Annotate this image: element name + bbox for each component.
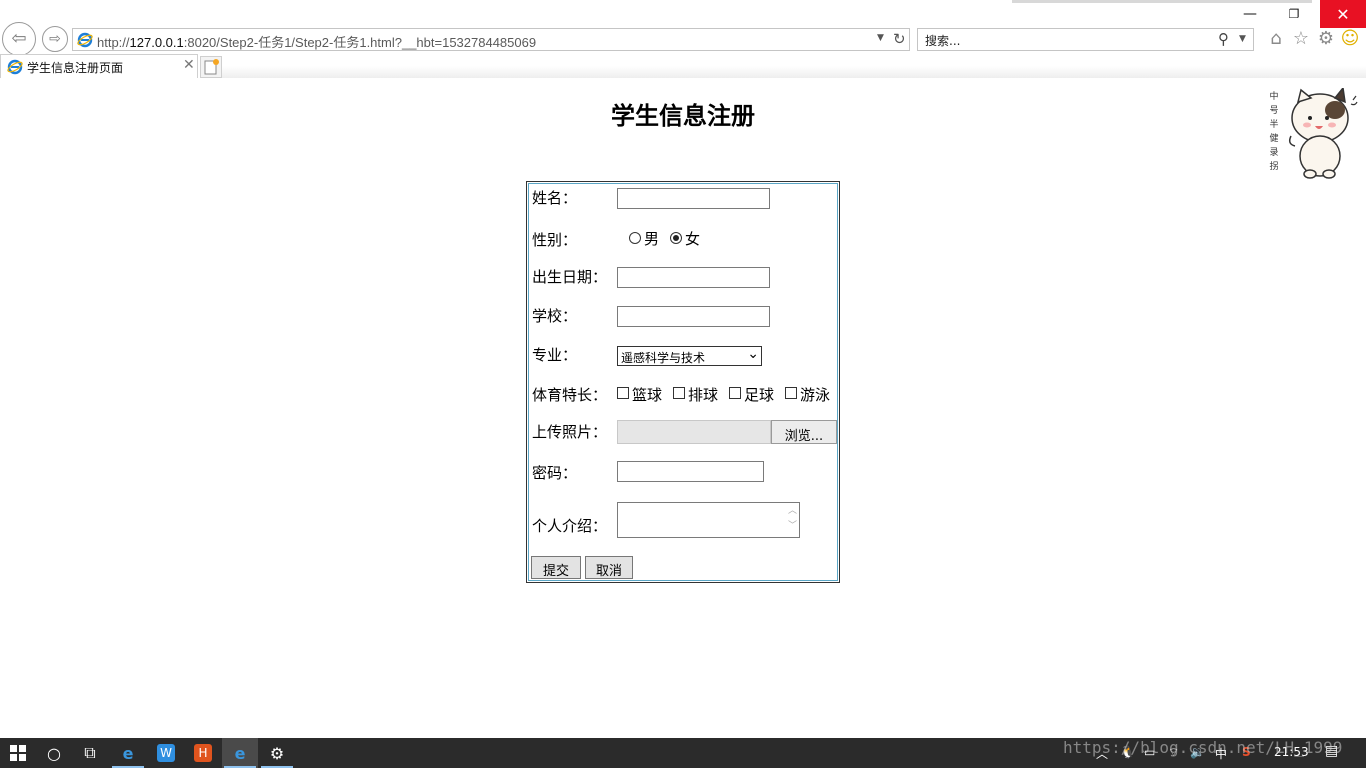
- school-input[interactable]: [617, 306, 770, 327]
- settings-gear-icon[interactable]: ⚙: [1316, 29, 1336, 49]
- gender-radio-male[interactable]: [629, 232, 641, 244]
- taskbar-settings[interactable]: ⚙: [259, 738, 295, 768]
- intro-label: 个人介绍：: [532, 517, 608, 535]
- gender-label: 性别：: [532, 231, 578, 249]
- back-arrow-icon: ⇦: [11, 28, 27, 49]
- address-bar[interactable]: http://127.0.0.1:8020/Step2-任务1/Step2-任务…: [72, 28, 910, 51]
- tab-close-icon[interactable]: ✕: [183, 57, 195, 73]
- gender-option-male: 男: [644, 230, 660, 248]
- taskbar-wps[interactable]: W: [148, 738, 184, 768]
- sports-label: 体育特长：: [532, 386, 608, 404]
- sport-checkbox-basketball[interactable]: [617, 387, 629, 399]
- windows-logo-icon: [10, 745, 26, 761]
- task-view-button[interactable]: ⧉: [72, 738, 108, 768]
- photo-file-path[interactable]: [617, 420, 771, 444]
- registration-form-inner: 姓名： 性别： 男 女 出生日期： 学校： 专业： 遥感科学与技术 ⌄ 体育特长…: [528, 183, 838, 581]
- page-title: 学生信息注册: [611, 102, 755, 130]
- name-input[interactable]: [617, 188, 770, 209]
- back-button[interactable]: ⇦: [2, 22, 36, 56]
- mascot-decoration: 中号半健录拐: [1265, 88, 1360, 183]
- address-dropdown-icon[interactable]: ▼: [877, 33, 884, 43]
- cortana-circle-icon: ○: [47, 743, 61, 763]
- ie-tab-icon: [7, 59, 23, 75]
- forward-arrow-icon: ⇨: [49, 31, 61, 47]
- search-dropdown-icon[interactable]: ▼: [1239, 34, 1246, 44]
- feedback-smiley-icon[interactable]: ☺: [1340, 29, 1360, 49]
- major-select[interactable]: 遥感科学与技术 ⌄: [617, 346, 762, 366]
- sport-label-basketball: 篮球: [632, 386, 663, 404]
- hbuilder-icon: H: [194, 744, 212, 762]
- ie-page-icon: [77, 32, 93, 48]
- cat-mascot-icon: [1288, 88, 1358, 179]
- textarea-scrollbar[interactable]: ︿ ﹀: [788, 504, 797, 534]
- gender-option-female: 女: [685, 230, 701, 248]
- restore-button[interactable]: ❐: [1282, 0, 1306, 28]
- forward-button[interactable]: ⇨: [42, 26, 68, 52]
- close-button[interactable]: ✕: [1320, 0, 1366, 28]
- minimize-button[interactable]: —: [1238, 0, 1262, 28]
- gender-radio-female[interactable]: [670, 232, 682, 244]
- taskbar-ie[interactable]: e: [222, 738, 258, 768]
- major-selected-value: 遥感科学与技术: [621, 351, 706, 365]
- start-button[interactable]: [0, 738, 36, 768]
- taskbar-hbuilder[interactable]: H: [185, 738, 221, 768]
- intro-textarea[interactable]: ︿ ﹀: [617, 502, 800, 538]
- cortana-button[interactable]: ○: [36, 738, 72, 768]
- refresh-icon[interactable]: ↻: [893, 30, 906, 48]
- tab-title: 学生信息注册页面: [27, 61, 124, 75]
- search-icon[interactable]: ⚲: [1218, 30, 1229, 48]
- major-label: 专业：: [532, 346, 578, 364]
- new-tab-button[interactable]: [200, 56, 222, 78]
- search-placeholder: 搜索...: [925, 34, 961, 48]
- home-icon[interactable]: ⌂: [1266, 29, 1286, 49]
- tab-bar-background: [222, 66, 1366, 78]
- name-label: 姓名：: [532, 189, 578, 207]
- cancel-button[interactable]: 取消: [585, 556, 633, 579]
- url-text: http://127.0.0.1:8020/Step2-任务1/Step2-任务…: [97, 35, 537, 50]
- birthdate-input[interactable]: [617, 267, 770, 288]
- registration-form-table: 姓名： 性别： 男 女 出生日期： 学校： 专业： 遥感科学与技术 ⌄ 体育特长…: [526, 181, 840, 583]
- taskbar-edge[interactable]: e: [110, 738, 146, 768]
- sport-checkbox-volleyball[interactable]: [673, 387, 685, 399]
- chevron-down-icon: ⌄: [747, 346, 759, 362]
- csdn-watermark: https://blog.csdn.net/LH_1999: [1063, 738, 1343, 757]
- password-input[interactable]: [617, 461, 764, 482]
- favorites-star-icon[interactable]: ☆: [1291, 29, 1311, 49]
- submit-button[interactable]: 提交: [531, 556, 581, 579]
- browse-button[interactable]: 浏览...: [771, 420, 837, 444]
- birthdate-label: 出生日期：: [532, 268, 608, 286]
- sport-label-volleyball: 排球: [688, 386, 719, 404]
- photo-label: 上传照片：: [532, 423, 608, 441]
- password-label: 密码：: [532, 464, 578, 482]
- sport-checkbox-football[interactable]: [729, 387, 741, 399]
- task-view-icon: ⧉: [84, 743, 96, 762]
- gear-icon: ⚙: [269, 743, 285, 763]
- new-tab-icon: [204, 59, 219, 75]
- school-label: 学校：: [532, 307, 578, 325]
- sport-checkbox-swimming[interactable]: [785, 387, 797, 399]
- wps-icon: W: [157, 744, 175, 762]
- edge-icon: e: [122, 743, 134, 763]
- sport-label-swimming: 游泳: [800, 386, 831, 404]
- tab-active[interactable]: 学生信息注册页面 ✕: [0, 54, 198, 78]
- window-top-strip: [1012, 0, 1312, 3]
- search-box[interactable]: 搜索... ⚲ ▼: [917, 28, 1254, 51]
- ie-icon: e: [234, 743, 246, 763]
- sport-label-football: 足球: [744, 386, 775, 404]
